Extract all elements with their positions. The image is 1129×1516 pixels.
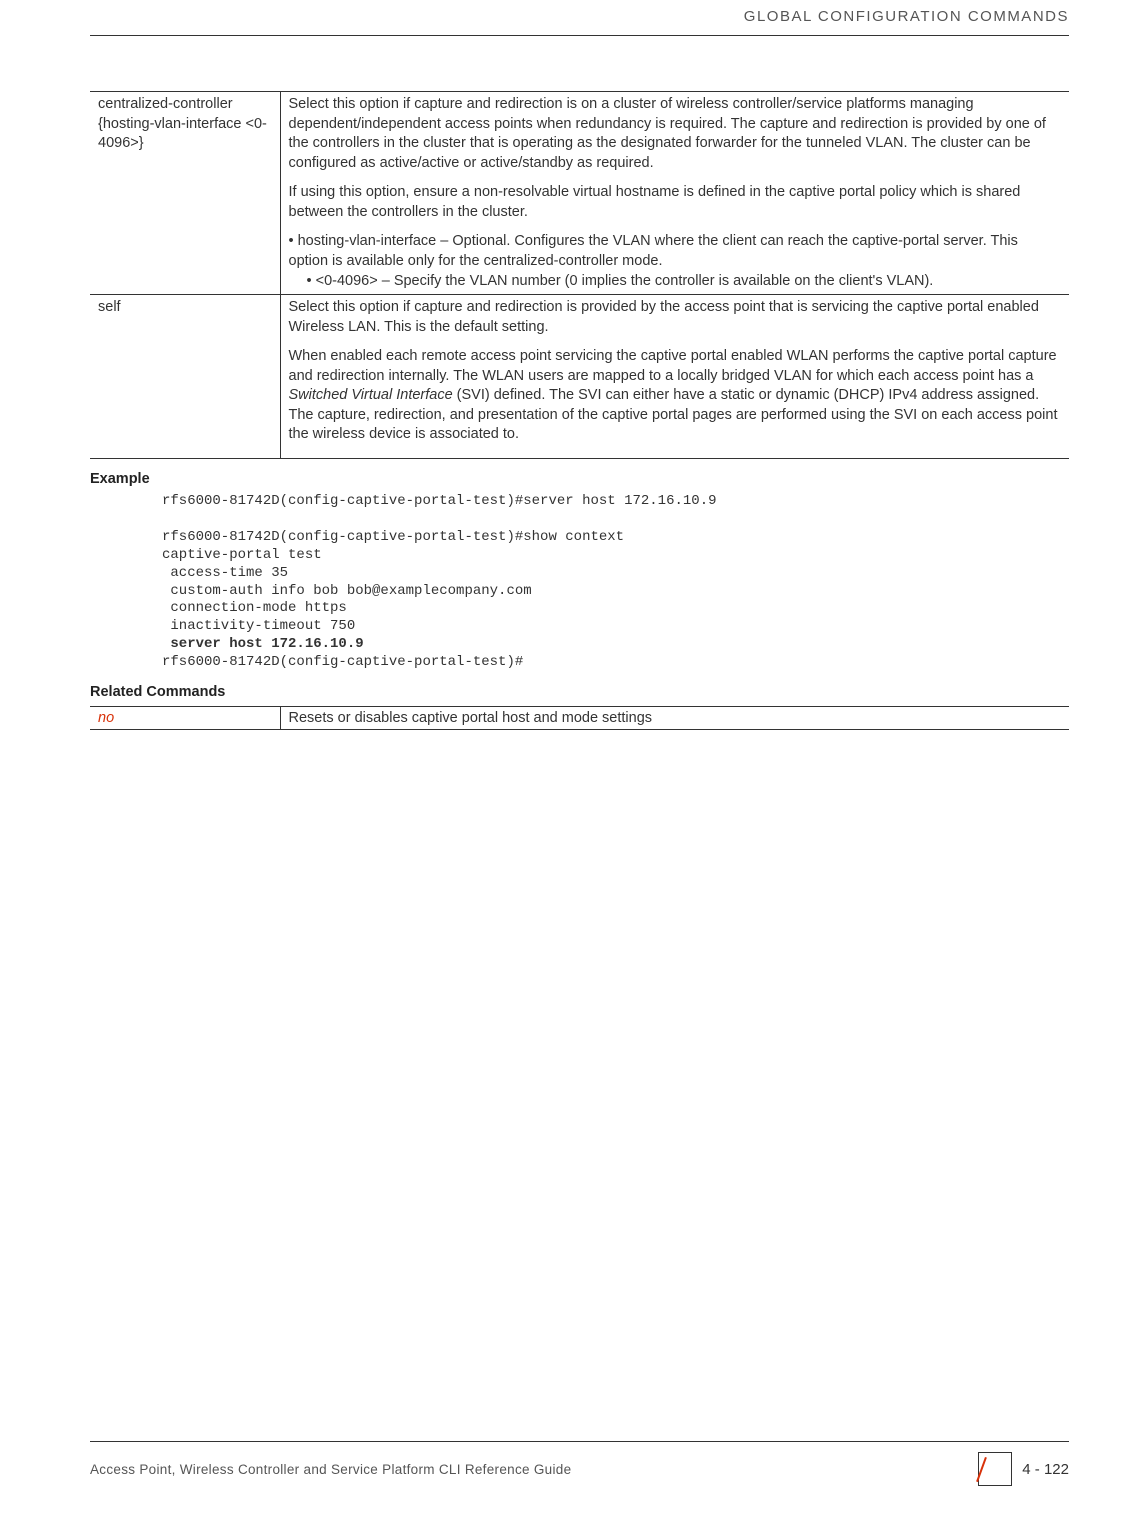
code-line: custom-auth info bob bob@examplecompany.… <box>162 583 532 599</box>
param-name: centralized-controller {hosting-vlan-int… <box>90 92 280 295</box>
code-line: rfs6000-81742D(config-captive-portal-tes… <box>162 529 624 545</box>
related-cmd[interactable]: no <box>90 707 280 730</box>
bullet-list: hosting-vlan-interface – Optional. Confi… <box>289 232 1062 291</box>
header-title: GLOBAL CONFIGURATION COMMANDS <box>744 8 1069 25</box>
related-desc: Resets or disables captive portal host a… <box>280 707 1069 730</box>
bullet-item: hosting-vlan-interface – Optional. Confi… <box>289 232 1062 291</box>
bullet-text: hosting-vlan-interface – Optional. Confi… <box>289 233 1018 269</box>
code-line: inactivity-timeout 750 <box>162 618 355 634</box>
para: Select this option if capture and redire… <box>289 298 1062 337</box>
related-heading: Related Commands <box>90 684 1069 700</box>
footer-right: 4 - 122 <box>978 1452 1069 1486</box>
example-heading: Example <box>90 471 1069 487</box>
param-name: self <box>90 295 280 459</box>
text-span: When enabled each remote access point se… <box>289 348 1057 384</box>
related-commands-table: no Resets or disables captive portal hos… <box>90 706 1069 730</box>
param-desc: Select this option if capture and redire… <box>280 92 1069 295</box>
param-desc: Select this option if capture and redire… <box>280 295 1069 459</box>
para: When enabled each remote access point se… <box>289 347 1062 445</box>
footer-title: Access Point, Wireless Controller and Se… <box>90 1462 571 1477</box>
code-line: connection-mode https <box>162 600 347 616</box>
code-block: rfs6000-81742D(config-captive-portal-tes… <box>90 493 1069 672</box>
page-number: 4 - 122 <box>1022 1461 1069 1478</box>
table-row: self Select this option if capture and r… <box>90 295 1069 459</box>
code-line: access-time 35 <box>162 565 288 581</box>
slash-icon <box>978 1452 1012 1486</box>
sub-bullet-list: <0-4096> – Specify the VLAN number (0 im… <box>289 272 1062 292</box>
page-header: GLOBAL CONFIGURATION COMMANDS <box>90 0 1069 36</box>
italic-text: Switched Virtual Interface <box>289 387 453 403</box>
code-line: rfs6000-81742D(config-captive-portal-tes… <box>162 654 523 670</box>
table-row: centralized-controller {hosting-vlan-int… <box>90 92 1069 295</box>
parameters-table: centralized-controller {hosting-vlan-int… <box>90 91 1069 459</box>
page-footer: Access Point, Wireless Controller and Se… <box>0 1441 1129 1486</box>
code-line: rfs6000-81742D(config-captive-portal-tes… <box>162 493 717 509</box>
para: Select this option if capture and redire… <box>289 95 1062 173</box>
table-row: no Resets or disables captive portal hos… <box>90 707 1069 730</box>
sub-bullet-item: <0-4096> – Specify the VLAN number (0 im… <box>307 272 1062 292</box>
code-line-bold: server host 172.16.10.9 <box>162 636 364 652</box>
para: If using this option, ensure a non-resol… <box>289 183 1062 222</box>
code-line: captive-portal test <box>162 547 322 563</box>
